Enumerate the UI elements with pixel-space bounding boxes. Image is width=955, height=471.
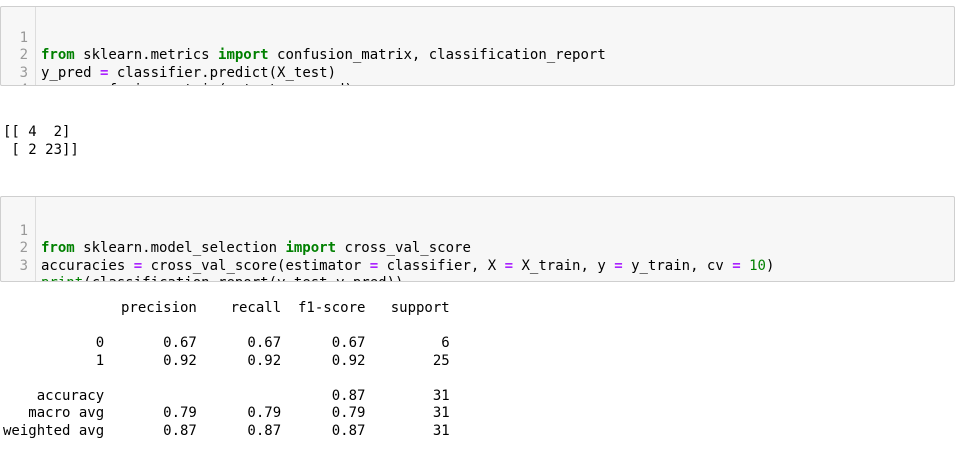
code-cell-2[interactable]: 1 from sklearn.model_selection import cr…	[0, 196, 955, 282]
code-line: 4 print(cm)	[1, 65, 954, 85]
cell-1-output: [[ 4 2] [ 2 23]]	[3, 124, 79, 158]
code-line: 2 accuracies = cross_val_score(estimator…	[1, 223, 954, 274]
code-line: 1 from sklearn.metrics import confusion_…	[1, 12, 954, 64]
code-text: print(classification_report(y_test,y_pre…	[41, 275, 403, 281]
code-line: 3 cm = confusion_matrix(y_test, y_pred)	[1, 47, 954, 86]
code-cell-1[interactable]: 1 from sklearn.metrics import confusion_…	[0, 6, 955, 86]
code-line: 2 y_pred = classifier.predict(X_test)	[1, 30, 954, 81]
code-line: 3 print(classification_report(y_test,y_p…	[1, 240, 954, 282]
code-text: cm = confusion_matrix(y_test, y_pred)	[41, 82, 353, 85]
code-text: accuracies = cross_val_score(estimator =…	[41, 257, 775, 274]
line-number: 3	[19, 257, 28, 274]
line-number: 4	[1, 82, 28, 85]
cell-2-output: precision recall f1-score support 0 0.67…	[3, 300, 450, 439]
code-line: 1 from sklearn.model_selection import cr…	[1, 205, 954, 257]
